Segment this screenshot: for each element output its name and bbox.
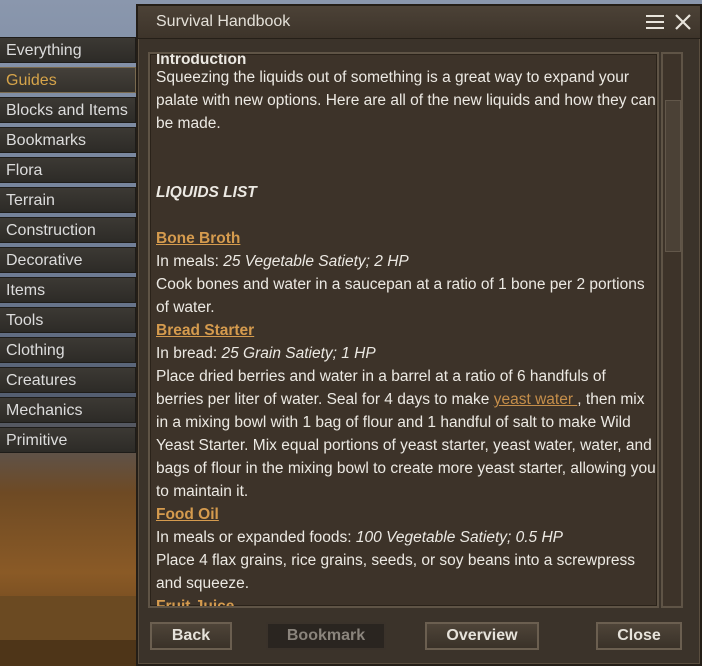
yeast-water-link[interactable]: yeast water: [494, 391, 578, 408]
sidebar-item-bookmarks[interactable]: Bookmarks: [0, 127, 136, 153]
entry-desc: Place 4 flax grains, rice grains, seeds,…: [156, 552, 636, 592]
list-title: LIQUIDS LIST: [156, 184, 257, 201]
overview-button[interactable]: Overview: [425, 622, 539, 650]
entry-desc: Place dried berries and water in a barre…: [156, 368, 656, 500]
category-sidebar: Everything Guides Blocks and Items Bookm…: [0, 37, 136, 457]
sidebar-item-primitive[interactable]: Primitive: [0, 427, 136, 453]
entry-title-food-oil[interactable]: Food Oil: [156, 503, 656, 526]
sidebar-item-mechanics[interactable]: Mechanics: [0, 397, 136, 423]
entry-title-fruit-juice[interactable]: Fruit Juice: [156, 595, 656, 606]
sidebar-item-tools[interactable]: Tools: [0, 307, 136, 333]
hamburger-icon[interactable]: [646, 14, 664, 30]
handbook-dialog: Survival Handbook Introduction Squeezing…: [136, 4, 702, 666]
entry-desc: Cook bones and water in a saucepan at a …: [156, 276, 645, 316]
sidebar-item-items[interactable]: Items: [0, 277, 136, 303]
handbook-content[interactable]: Introduction Squeezing the liquids out o…: [148, 52, 659, 608]
sidebar-item-creatures[interactable]: Creatures: [0, 367, 136, 393]
dialog-titlebar[interactable]: Survival Handbook: [138, 6, 700, 39]
sidebar-item-everything[interactable]: Everything: [0, 37, 136, 63]
scrollbar-thumb[interactable]: [665, 100, 681, 252]
sidebar-item-clothing[interactable]: Clothing: [0, 337, 136, 363]
entry-stats: In meals: 25 Vegetable Satiety; 2 HP: [156, 253, 409, 270]
intro-heading: Introduction: [156, 52, 247, 68]
sidebar-item-guides[interactable]: Guides: [0, 67, 136, 93]
intro-text: Squeezing the liquids out of something i…: [156, 69, 656, 132]
close-button[interactable]: Close: [596, 622, 682, 650]
sidebar-item-terrain[interactable]: Terrain: [0, 187, 136, 213]
entry-title-bone-broth[interactable]: Bone Broth: [156, 227, 656, 250]
content-scrollbar[interactable]: [661, 52, 683, 608]
sidebar-item-blocks-and-items[interactable]: Blocks and Items: [0, 97, 136, 123]
entry-stats: In bread: 25 Grain Satiety; 1 HP: [156, 345, 376, 362]
dialog-title: Survival Handbook: [156, 13, 291, 30]
sidebar-item-decorative[interactable]: Decorative: [0, 247, 136, 273]
entry-title-bread-starter[interactable]: Bread Starter: [156, 319, 656, 342]
sidebar-item-construction[interactable]: Construction: [0, 217, 136, 243]
terrain-block: [0, 640, 136, 666]
entry-stats: In meals or expanded foods: 100 Vegetabl…: [156, 529, 563, 546]
sidebar-item-flora[interactable]: Flora: [0, 157, 136, 183]
bookmark-button[interactable]: Bookmark: [266, 622, 386, 650]
close-icon[interactable]: [674, 13, 692, 31]
back-button[interactable]: Back: [150, 622, 232, 650]
